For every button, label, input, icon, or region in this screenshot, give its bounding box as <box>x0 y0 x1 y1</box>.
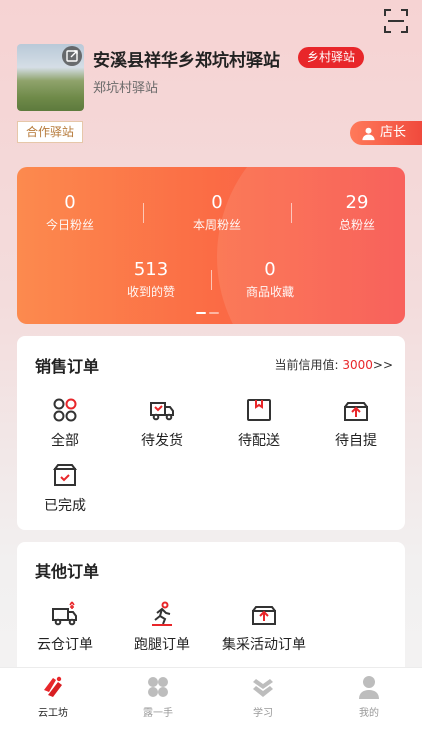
credit-value: 3000 <box>342 358 373 372</box>
order-label: 跑腿订单 <box>134 637 190 653</box>
order-label: 待自提 <box>335 433 377 449</box>
stat-value: 0 <box>211 192 223 213</box>
role-label: 店长 <box>380 125 407 140</box>
order-completed[interactable]: 已完成 <box>20 461 110 515</box>
tab-yungongfang[interactable]: 云工坊 <box>13 674 93 719</box>
order-label: 待配送 <box>238 433 280 449</box>
gift-upload-icon <box>342 396 370 424</box>
bag-check-icon <box>51 461 79 489</box>
page-indicator <box>196 312 222 324</box>
stat-label: 今日粉丝 <box>45 218 94 232</box>
person-icon <box>356 674 382 700</box>
credit-label: 当前信用值: <box>274 358 339 372</box>
edit-icon[interactable] <box>62 46 82 66</box>
stat-label: 总粉丝 <box>338 218 375 232</box>
tab-show[interactable]: 露一手 <box>118 674 198 719</box>
study-icon <box>250 674 276 700</box>
tab-bar: 云工坊 露一手 学习 我的 <box>0 667 422 751</box>
station-sub-name: 郑坑村驿站 <box>93 81 159 96</box>
order-label: 待发货 <box>141 433 183 449</box>
stat-value: 29 <box>345 192 369 213</box>
tab-study[interactable]: 学习 <box>223 674 303 719</box>
order-label: 已完成 <box>44 498 86 514</box>
gift-upload-icon <box>250 600 278 628</box>
stats-card[interactable]: 0 今日粉丝 0 本周粉丝 29 总粉丝 513 收到的赞 0 商品收藏 <box>17 167 405 324</box>
tab-mine[interactable]: 我的 <box>329 674 409 719</box>
order-to-ship[interactable]: 待发货 <box>117 396 207 450</box>
stat-value: 0 <box>264 259 276 280</box>
order-errand[interactable]: 跑腿订单 <box>117 600 207 654</box>
workshop-icon <box>40 674 66 700</box>
tab-label: 云工坊 <box>38 708 68 719</box>
clover-icon <box>145 674 171 700</box>
circles-icon <box>51 396 79 424</box>
cooperation-badge: 合作驿站 <box>17 121 84 143</box>
sales-orders-card: 销售订单 当前信用值: 3000>> 全部 待发货 待配送 待自提 已完成 <box>17 336 405 530</box>
role-button[interactable]: 店长 <box>350 121 422 145</box>
stat-label: 商品收藏 <box>245 285 294 299</box>
credit-arrow: >> <box>372 358 393 372</box>
order-label: 全部 <box>51 433 79 449</box>
station-type-badge: 乡村驿站 <box>298 47 365 68</box>
truck-icon <box>148 396 176 424</box>
order-to-deliver[interactable]: 待配送 <box>214 396 304 450</box>
tab-label: 我的 <box>359 708 379 719</box>
scan-icon[interactable] <box>382 7 410 35</box>
stat-total-fans[interactable]: 29 总粉丝 <box>302 192 405 234</box>
tab-label: 学习 <box>253 708 273 719</box>
order-group-purchase[interactable]: 集采活动订单 <box>214 600 314 654</box>
tab-label: 露一手 <box>143 708 173 719</box>
stat-label: 收到的赞 <box>126 285 175 299</box>
order-cloud-warehouse[interactable]: 云仓订单 <box>20 600 110 654</box>
runner-icon <box>148 600 176 628</box>
stat-label: 本周粉丝 <box>192 218 241 232</box>
person-icon <box>362 127 375 141</box>
order-label: 集采活动订单 <box>222 637 306 653</box>
credit-link[interactable]: 当前信用值: 3000>> <box>274 356 393 373</box>
order-all[interactable]: 全部 <box>20 396 110 450</box>
stat-week-fans[interactable]: 0 本周粉丝 <box>162 192 272 234</box>
stat-value: 513 <box>133 259 169 280</box>
cloud-truck-icon <box>51 600 79 628</box>
box-icon <box>245 396 273 424</box>
stat-value: 0 <box>64 192 76 213</box>
station-name: 安溪县祥华乡郑坑村驿站 <box>93 51 280 71</box>
other-orders-title: 其他订单 <box>35 562 100 581</box>
station-avatar[interactable] <box>17 44 84 111</box>
stat-today-fans[interactable]: 0 今日粉丝 <box>17 192 125 234</box>
order-self-pickup[interactable]: 待自提 <box>311 396 401 450</box>
other-orders-card: 其他订单 云仓订单 跑腿订单 集采活动订单 <box>17 542 405 682</box>
sales-orders-title: 销售订单 <box>35 357 100 376</box>
order-label: 云仓订单 <box>37 637 93 653</box>
stat-favorites[interactable]: 0 商品收藏 <box>215 259 325 301</box>
stat-likes[interactable]: 513 收到的赞 <box>96 259 206 301</box>
